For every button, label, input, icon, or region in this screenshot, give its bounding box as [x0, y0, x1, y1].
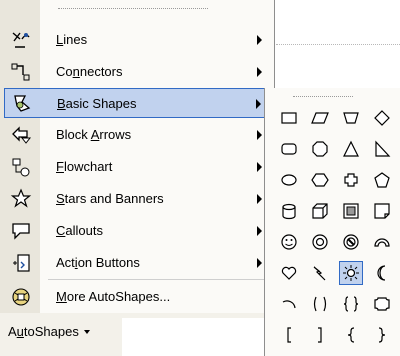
lines-icon [4, 29, 38, 51]
menu-item-label: Stars and Banners [56, 191, 164, 206]
autoshapes-menu: Lines Connectors Basic Shapes Block Arro… [0, 0, 275, 314]
menu-item-callouts[interactable]: Callouts [4, 216, 270, 246]
stars-banners-icon [4, 188, 38, 210]
submenu-arrow-icon [257, 130, 262, 140]
octagon-icon[interactable] [308, 137, 332, 161]
menu-item-more-autoshapes[interactable]: More AutoShapes... [4, 282, 270, 312]
block-arrows-icon [4, 124, 38, 146]
trapezoid-icon[interactable] [339, 106, 363, 130]
left-brace-icon[interactable] [339, 323, 363, 347]
right-bracket-icon[interactable] [308, 323, 332, 347]
diamond-icon[interactable] [370, 106, 394, 130]
basic-shapes-icon [5, 92, 39, 114]
basic-shapes-palette [264, 88, 400, 356]
submenu-arrow-icon [257, 35, 262, 45]
left-bracket-icon[interactable] [277, 323, 301, 347]
submenu-arrow-icon [257, 258, 262, 268]
bevel-icon[interactable] [339, 199, 363, 223]
submenu-arrow-icon [257, 194, 262, 204]
isosceles-triangle-icon[interactable] [339, 137, 363, 161]
menu-item-action-buttons[interactable]: Action Buttons [4, 248, 270, 278]
menu-item-label: Lines [56, 32, 88, 47]
no-symbol-icon[interactable] [339, 230, 363, 254]
block-arc-icon[interactable] [370, 230, 394, 254]
menu-item-label: Connectors [56, 64, 123, 79]
menu-item-block-arrows[interactable]: Block Arrows [4, 120, 270, 150]
document-guide-line [276, 44, 400, 45]
menu-separator [48, 279, 268, 280]
menu-item-stars-and-banners[interactable]: Stars and Banners [4, 184, 270, 214]
submenu-arrow-icon [256, 99, 261, 109]
donut-icon[interactable] [308, 230, 332, 254]
cross-icon[interactable] [339, 168, 363, 192]
plaque-icon[interactable] [370, 292, 394, 316]
menu-item-label: Block Arrows [56, 127, 132, 142]
callouts-icon [4, 220, 38, 242]
oval-icon[interactable] [277, 168, 301, 192]
menu-item-lines[interactable]: Lines [4, 25, 270, 55]
autoshapes-button[interactable]: Au toShapes [4, 318, 94, 344]
right-brace-icon[interactable] [370, 323, 394, 347]
menu-item-label: Callouts [56, 223, 103, 238]
menu-drag-handle[interactable] [58, 8, 208, 9]
pentagon-icon[interactable] [370, 168, 394, 192]
menu-item-flowchart[interactable]: Flowchart [4, 152, 270, 182]
heart-icon[interactable] [277, 261, 301, 285]
moon-icon[interactable] [370, 261, 394, 285]
can-icon[interactable] [277, 199, 301, 223]
connectors-icon [4, 61, 38, 83]
palette-drag-handle[interactable] [293, 96, 353, 97]
menu-item-label: Flowchart [56, 159, 113, 174]
lightning-bolt-icon[interactable] [308, 261, 332, 285]
menu-item-label: More AutoShapes... [56, 289, 171, 304]
double-bracket-icon[interactable] [308, 292, 332, 316]
parallelogram-icon[interactable] [308, 106, 332, 130]
action-buttons-icon [4, 252, 38, 274]
menu-item-label: Basic Shapes [57, 96, 137, 111]
more-autoshapes-icon [4, 286, 38, 308]
sun-icon[interactable] [339, 261, 363, 285]
submenu-arrow-icon [257, 162, 262, 172]
hexagon-icon[interactable] [308, 168, 332, 192]
right-triangle-icon[interactable] [370, 137, 394, 161]
folded-corner-icon[interactable] [370, 199, 394, 223]
double-brace-icon[interactable] [339, 292, 363, 316]
rounded-rectangle-icon[interactable] [277, 137, 301, 161]
menu-item-label: Action Buttons [56, 255, 140, 270]
menu-item-basic-shapes[interactable]: Basic Shapes [4, 88, 270, 118]
rectangle-icon[interactable] [277, 106, 301, 130]
submenu-arrow-icon [257, 67, 262, 77]
smiley-face-icon[interactable] [277, 230, 301, 254]
dropdown-arrow-icon [83, 330, 90, 334]
cube-icon[interactable] [308, 199, 332, 223]
blank-area [122, 318, 268, 356]
flowchart-icon [4, 156, 38, 178]
arc-icon[interactable] [277, 292, 301, 316]
menu-item-connectors[interactable]: Connectors [4, 57, 270, 87]
submenu-arrow-icon [257, 226, 262, 236]
